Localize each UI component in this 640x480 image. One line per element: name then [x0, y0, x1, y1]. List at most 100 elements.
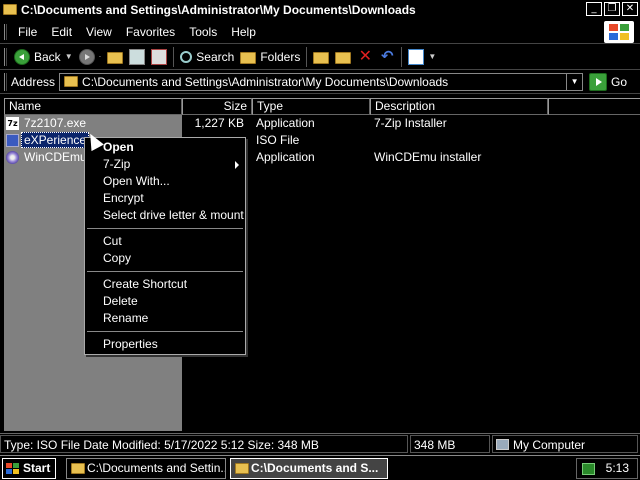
package-delete-icon	[151, 48, 168, 65]
ctx-mount[interactable]: Select drive letter & mount	[85, 207, 245, 224]
chevron-down-icon[interactable]: ·	[99, 52, 102, 61]
delete-button[interactable]: ✕	[354, 46, 376, 68]
back-label: Back	[34, 49, 61, 64]
status-bar: Type: ISO File Date Modified: 5/17/2022 …	[0, 433, 640, 453]
taskbar-button-explorer-2[interactable]: C:\Documents and S...	[230, 458, 388, 479]
clock[interactable]: 5:13	[606, 459, 629, 478]
header-size[interactable]: Size	[182, 98, 252, 115]
chevron-down-icon[interactable]: ▼	[65, 52, 73, 61]
back-button[interactable]: Back ▼	[11, 46, 76, 68]
ctx-copy[interactable]: Copy	[85, 250, 245, 267]
search-button[interactable]: Search	[177, 46, 237, 68]
ctx-7zip[interactable]: 7-Zip	[85, 156, 245, 173]
file-description: WinCDEmu installer	[374, 150, 482, 164]
header-type[interactable]: Type	[252, 98, 370, 115]
task-label: C:\Documents and S...	[251, 461, 379, 475]
chevron-down-icon[interactable]: ▼	[428, 52, 436, 61]
safely-remove-hardware-icon[interactable]	[582, 463, 595, 475]
standard-toolbar: Back ▼ · Search Folders ✕ ↶ ▼	[0, 44, 640, 70]
minimize-button[interactable]: _	[586, 2, 602, 16]
ctx-create-shortcut[interactable]: Create Shortcut	[85, 276, 245, 293]
header-filler	[548, 98, 640, 115]
forward-arrow-icon	[78, 48, 95, 65]
start-button[interactable]: Start	[2, 458, 56, 479]
go-arrow-icon	[589, 72, 608, 91]
menu-bar: File Edit View Favorites Tools Help	[0, 20, 640, 44]
go-label: Go	[611, 74, 628, 89]
file-name[interactable]: 7z2107.exe	[24, 115, 180, 132]
header-name[interactable]: Name	[4, 98, 182, 115]
file-description: 7-Zip Installer	[374, 116, 447, 130]
views-button[interactable]: ▼	[405, 46, 439, 68]
system-tray: 5:13	[576, 458, 638, 479]
toolbar-extra-button-2[interactable]	[148, 46, 170, 68]
ctx-cut[interactable]: Cut	[85, 233, 245, 250]
start-label: Start	[23, 461, 51, 475]
table-row[interactable]: 7z 7z2107.exe 1,227 KB Application 7-Zip…	[4, 115, 640, 132]
windows-logo-icon	[604, 21, 634, 43]
search-label: Search	[196, 49, 235, 64]
iso-file-icon	[6, 134, 19, 147]
context-menu: Open 7-Zip Open With... Encrypt Select d…	[84, 137, 246, 355]
search-icon	[180, 50, 193, 63]
up-folder-icon	[107, 51, 124, 64]
address-value[interactable]: C:\Documents and Settings\Administrator\…	[82, 75, 448, 89]
folders-icon	[240, 51, 257, 64]
ctx-separator	[87, 331, 243, 332]
menu-edit[interactable]: Edit	[44, 25, 79, 39]
ctx-open[interactable]: Open	[85, 139, 245, 156]
7zip-icon: 7z	[6, 117, 19, 130]
task-label: C:\Documents and Settin...	[87, 461, 226, 475]
header-description[interactable]: Description	[370, 98, 548, 115]
submenu-arrow-icon	[235, 161, 239, 169]
address-input[interactable]: C:\Documents and Settings\Administrator\…	[59, 72, 584, 91]
go-button[interactable]: Go	[589, 72, 628, 91]
menu-favorites[interactable]: Favorites	[119, 25, 182, 39]
address-bar: Address C:\Documents and Settings\Admini…	[0, 70, 640, 94]
taskbar-button-explorer-1[interactable]: C:\Documents and Settin...	[66, 458, 226, 479]
toolbar-grip[interactable]	[4, 23, 7, 40]
file-name[interactable]: WinCDEmu-	[24, 149, 84, 166]
delete-x-icon: ✕	[358, 47, 373, 65]
back-arrow-icon	[14, 48, 30, 65]
copy-to-button[interactable]	[332, 46, 354, 68]
folder-icon	[64, 76, 79, 87]
menu-help[interactable]: Help	[224, 25, 263, 39]
toolbar-separator	[173, 46, 175, 67]
ctx-properties[interactable]: Properties	[85, 336, 245, 353]
status-size: 348 MB	[410, 435, 490, 453]
toolbar-grip[interactable]	[4, 72, 7, 91]
ctx-separator	[87, 271, 243, 272]
window-controls: _ ❐ ✕	[586, 2, 638, 16]
toolbar-grip[interactable]	[4, 47, 7, 66]
toolbar-extra-button-1[interactable]	[126, 46, 148, 68]
status-info: Type: ISO File Date Modified: 5/17/2022 …	[0, 435, 408, 453]
undo-button[interactable]: ↶	[376, 46, 398, 68]
toolbar-separator	[306, 46, 308, 67]
folder-icon	[71, 463, 85, 474]
file-type: ISO File	[256, 133, 300, 147]
maximize-button[interactable]: ❐	[604, 2, 620, 16]
folders-label: Folders	[260, 49, 301, 64]
windows-flag-icon	[6, 463, 19, 474]
close-button[interactable]: ✕	[622, 2, 638, 16]
forward-button[interactable]: ·	[76, 46, 105, 68]
menu-tools[interactable]: Tools	[182, 25, 224, 39]
ctx-open-with[interactable]: Open With...	[85, 173, 245, 190]
ctx-delete[interactable]: Delete	[85, 293, 245, 310]
ctx-encrypt[interactable]: Encrypt	[85, 190, 245, 207]
views-icon	[408, 48, 425, 65]
taskbar: Start C:\Documents and Settin... C:\Docu…	[0, 455, 640, 480]
move-to-button[interactable]	[310, 46, 332, 68]
chevron-down-icon[interactable]: ▼	[566, 73, 582, 90]
my-computer-icon	[496, 439, 509, 450]
status-zone-label: My Computer	[513, 438, 586, 452]
title-bar[interactable]: C:\Documents and Settings\Administrator\…	[0, 0, 640, 19]
ctx-separator	[87, 228, 243, 229]
ctx-rename[interactable]: Rename	[85, 310, 245, 327]
menu-file[interactable]: File	[11, 25, 44, 39]
file-name[interactable]: eXPerience	[21, 132, 90, 148]
folders-button[interactable]: Folders	[237, 46, 303, 68]
up-folder-button[interactable]	[104, 46, 126, 68]
menu-view[interactable]: View	[79, 25, 119, 39]
